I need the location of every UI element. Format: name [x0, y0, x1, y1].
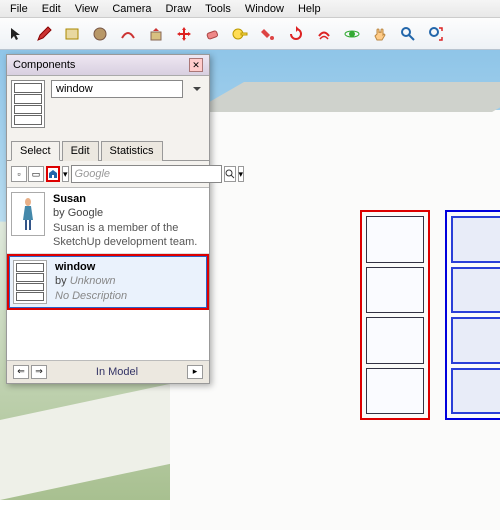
tab-statistics[interactable]: Statistics	[101, 141, 163, 161]
select-tool-icon[interactable]	[4, 22, 28, 46]
search-input[interactable]	[71, 165, 222, 183]
tab-edit[interactable]: Edit	[62, 141, 99, 161]
menu-file[interactable]: File	[4, 1, 34, 17]
item-by: by Unknown	[55, 275, 116, 287]
footer-label: In Model	[96, 366, 138, 378]
pan-tool-icon[interactable]	[368, 22, 392, 46]
move-tool-icon[interactable]	[172, 22, 196, 46]
item-desc: Susan is a member of the SketchUp develo…	[53, 222, 197, 248]
panel-title-text: Components	[13, 59, 75, 71]
pane	[451, 317, 500, 364]
view-large-icon[interactable]: ▭	[28, 166, 44, 182]
menu-tools[interactable]: Tools	[199, 1, 237, 17]
pane	[366, 317, 424, 364]
pane	[366, 368, 424, 415]
item-by: by Google	[53, 207, 103, 219]
menu-view[interactable]: View	[69, 1, 105, 17]
panel-footer: ⇐ ⇒ In Model ▸	[7, 360, 209, 383]
pushpull-tool-icon[interactable]	[144, 22, 168, 46]
toolbar	[0, 18, 500, 50]
component-list: Susan by Google Susan is a member of the…	[7, 188, 209, 360]
pane	[451, 368, 500, 415]
circle-tool-icon[interactable]	[88, 22, 112, 46]
pane	[366, 216, 424, 263]
menu-edit[interactable]: Edit	[36, 1, 67, 17]
thumb-window	[13, 260, 47, 304]
home-icon[interactable]	[46, 166, 60, 182]
nav-fwd-icon[interactable]: ⇒	[31, 365, 47, 379]
search-dropdown-icon[interactable]: ▾	[238, 166, 245, 182]
rectangle-tool-icon[interactable]	[60, 22, 84, 46]
thumb-susan	[11, 192, 45, 236]
close-icon[interactable]: ✕	[189, 58, 203, 72]
pane	[451, 267, 500, 314]
window-component-selected[interactable]	[445, 210, 500, 420]
menu-camera[interactable]: Camera	[106, 1, 157, 17]
panel-tabs: Select Edit Statistics	[7, 140, 209, 161]
ground-plane	[0, 382, 180, 500]
tab-select[interactable]: Select	[11, 141, 60, 161]
view-small-icon[interactable]: ▫	[11, 166, 27, 182]
pencil-tool-icon[interactable]	[32, 22, 56, 46]
menu-draw[interactable]: Draw	[159, 1, 197, 17]
zoom-tool-icon[interactable]	[396, 22, 420, 46]
component-thumbnail	[11, 80, 45, 128]
paint-tool-icon[interactable]	[256, 22, 280, 46]
nav-back-icon[interactable]: ⇐	[13, 365, 29, 379]
pane	[451, 216, 500, 263]
menu-bar: File Edit View Camera Draw Tools Window …	[0, 0, 500, 18]
arc-tool-icon[interactable]	[116, 22, 140, 46]
zoom-extents-tool-icon[interactable]	[424, 22, 448, 46]
pane	[366, 267, 424, 314]
menu-help[interactable]: Help	[292, 1, 327, 17]
offset-tool-icon[interactable]	[312, 22, 336, 46]
rotate-tool-icon[interactable]	[284, 22, 308, 46]
item-name: window	[55, 261, 95, 273]
nav-dropdown-icon[interactable]: ▾	[62, 166, 69, 182]
details-icon[interactable]: ▸	[187, 365, 203, 379]
eraser-tool-icon[interactable]	[200, 22, 224, 46]
component-name-input[interactable]	[51, 80, 183, 98]
menu-window[interactable]: Window	[239, 1, 290, 17]
search-icon[interactable]	[224, 166, 236, 182]
components-panel: Components ✕ Select Edit Statistics ▫ ▭ …	[6, 54, 210, 384]
panel-titlebar[interactable]: Components ✕	[7, 55, 209, 76]
item-name: Susan	[53, 193, 86, 205]
list-item-selected[interactable]: window by Unknown No Description	[7, 254, 209, 310]
orbit-tool-icon[interactable]	[340, 22, 364, 46]
tape-tool-icon[interactable]	[228, 22, 252, 46]
list-item[interactable]: Susan by Google Susan is a member of the…	[7, 188, 209, 254]
item-desc: No Description	[55, 290, 127, 302]
panel-menu-icon[interactable]	[189, 81, 205, 97]
window-component-flat[interactable]	[360, 210, 430, 420]
